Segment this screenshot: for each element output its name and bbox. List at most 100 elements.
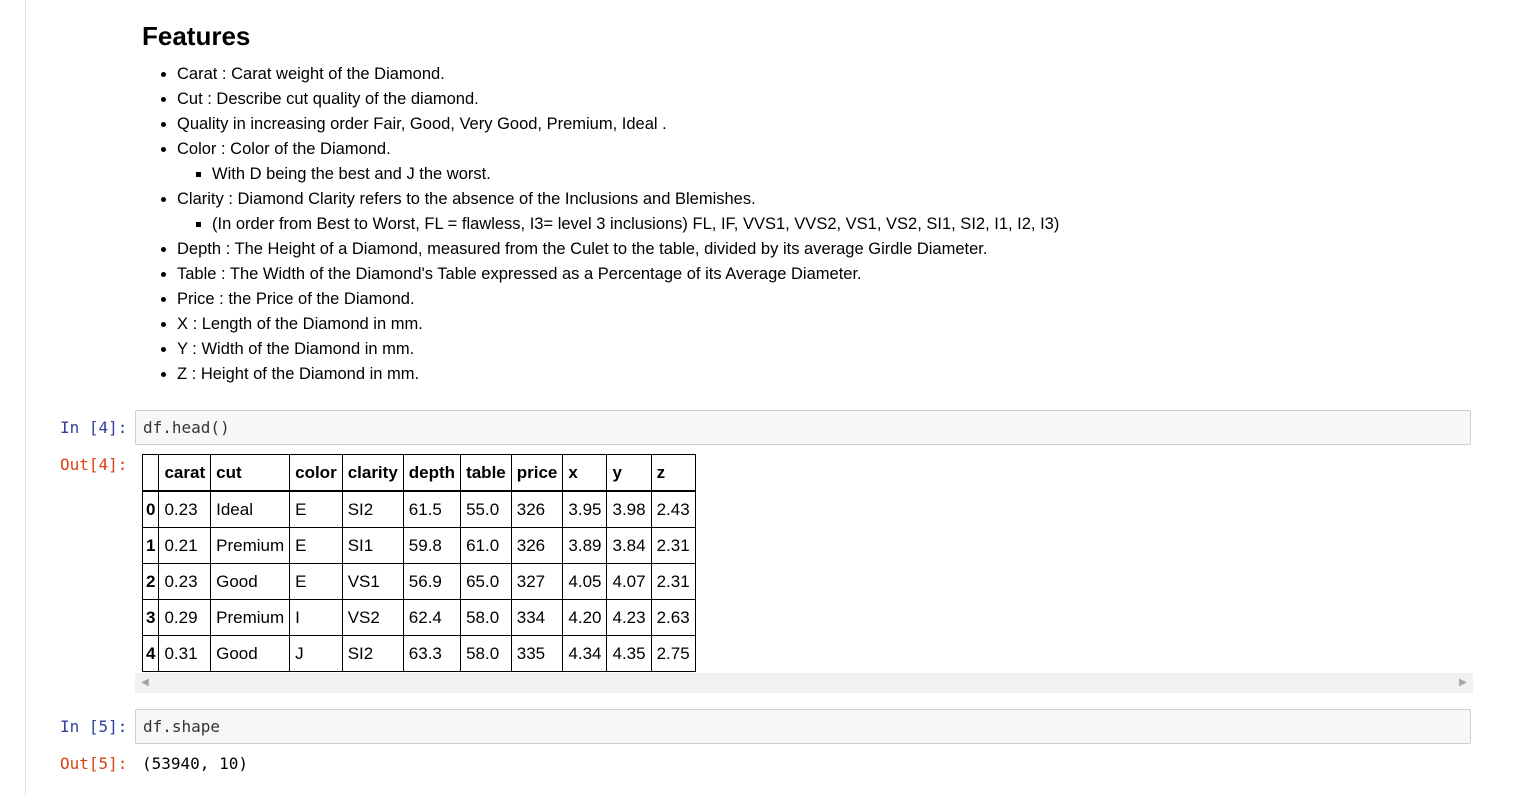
table-row: 2 0.23 Good E VS1 56.9 65.0 327 4.05 4.0… <box>141 563 696 600</box>
table-row: 3 0.29 Premium I VS2 62.4 58.0 334 4.20 … <box>141 599 696 636</box>
list-item: Y : Width of the Diamond in mm. <box>177 337 1462 362</box>
table-cell: 56.9 <box>402 563 462 600</box>
table-cell: J <box>289 635 343 672</box>
dataframe-table: carat cut color clarity depth table pric… <box>141 454 696 672</box>
shape-output: (53940, 10) <box>142 754 248 773</box>
list-item-text: Color : Color of the Diamond. <box>177 140 391 158</box>
list-item: Table : The Width of the Diamond's Table… <box>177 262 1462 287</box>
table-cell: 327 <box>510 563 564 600</box>
table-cell: 326 <box>510 527 564 564</box>
table-cell: VS1 <box>341 563 404 600</box>
table-cell: Good <box>210 563 291 600</box>
table-cell: 61.0 <box>460 527 512 564</box>
sub-list: With D being the best and J the worst. <box>177 162 1462 187</box>
table-cell: 0.29 <box>158 599 212 636</box>
table-cell: 335 <box>510 635 564 672</box>
code-input-4[interactable]: df.head() <box>135 410 1471 445</box>
table-cell: 0.21 <box>158 527 212 564</box>
row-index: 3 <box>141 599 160 636</box>
notebook-left-border <box>25 0 26 795</box>
sub-list: (In order from Best to Worst, FL = flawl… <box>177 212 1462 237</box>
features-heading: Features <box>142 21 251 51</box>
table-cell: 334 <box>510 599 564 636</box>
horizontal-scrollbar[interactable]: ◀ ▶ <box>135 673 1473 693</box>
row-index: 0 <box>141 490 160 528</box>
column-header: table <box>460 454 512 492</box>
dataframe-output: carat cut color clarity depth table pric… <box>135 451 1473 694</box>
column-header: carat <box>158 454 212 492</box>
table-row: 4 0.31 Good J SI2 63.3 58.0 335 4.34 4.3… <box>141 635 696 672</box>
table-cell: Good <box>210 635 291 672</box>
code-input-5[interactable]: df.shape <box>135 709 1471 744</box>
index-header <box>141 454 160 492</box>
table-cell: 65.0 <box>460 563 512 600</box>
table-cell: 58.0 <box>460 635 512 672</box>
table-cell: 3.95 <box>562 490 608 528</box>
column-header: color <box>289 454 343 492</box>
table-cell: 4.20 <box>562 599 608 636</box>
table-cell: 63.3 <box>402 635 462 672</box>
table-cell: Premium <box>210 527 291 564</box>
table-cell: 3.89 <box>562 527 608 564</box>
list-item: Color : Color of the Diamond. With D bei… <box>177 137 1462 187</box>
table-cell: 2.31 <box>650 563 696 600</box>
in-prompt-5: In [5]: <box>60 717 128 736</box>
scroll-right-icon[interactable]: ▶ <box>1453 673 1473 693</box>
table-cell: 61.5 <box>402 490 462 528</box>
sub-list-item: With D being the best and J the worst. <box>212 162 1462 187</box>
sub-list-item: (In order from Best to Worst, FL = flawl… <box>212 212 1462 237</box>
list-item: Clarity : Diamond Clarity refers to the … <box>177 187 1462 237</box>
list-item: X : Length of the Diamond in mm. <box>177 312 1462 337</box>
table-cell: E <box>289 563 343 600</box>
list-item: Depth : The Height of a Diamond, measure… <box>177 237 1462 262</box>
features-list: Carat : Carat weight of the Diamond. Cut… <box>142 62 1462 387</box>
markdown-cell[interactable]: Features Carat : Carat weight of the Dia… <box>142 14 1462 387</box>
out-prompt-4: Out[4]: <box>60 455 128 474</box>
table-cell: I <box>289 599 343 636</box>
list-item: Z : Height of the Diamond in mm. <box>177 362 1462 387</box>
list-item: Carat : Carat weight of the Diamond. <box>177 62 1462 87</box>
table-header-row: carat cut color clarity depth table pric… <box>141 454 696 492</box>
out-prompt-5: Out[5]: <box>60 754 128 773</box>
table-row: 0 0.23 Ideal E SI2 61.5 55.0 326 3.95 3.… <box>141 490 696 528</box>
table-cell: 4.07 <box>606 563 652 600</box>
table-cell: 2.31 <box>650 527 696 564</box>
list-item: Price : the Price of the Diamond. <box>177 287 1462 312</box>
table-cell: 2.43 <box>650 490 696 528</box>
column-header: clarity <box>341 454 404 492</box>
table-cell: Ideal <box>210 490 291 528</box>
table-cell: 0.23 <box>158 563 212 600</box>
table-cell: 4.05 <box>562 563 608 600</box>
table-cell: SI1 <box>341 527 404 564</box>
table-cell: 4.23 <box>606 599 652 636</box>
table-cell: SI2 <box>341 490 404 528</box>
table-cell: E <box>289 527 343 564</box>
column-header: y <box>606 454 652 492</box>
table-cell: Premium <box>210 599 291 636</box>
table-cell: 55.0 <box>460 490 512 528</box>
table-cell: 59.8 <box>402 527 462 564</box>
column-header: depth <box>402 454 462 492</box>
column-header: z <box>650 454 696 492</box>
table-cell: 326 <box>510 490 564 528</box>
table-cell: SI2 <box>341 635 404 672</box>
table-cell: 4.35 <box>606 635 652 672</box>
list-item-text: Clarity : Diamond Clarity refers to the … <box>177 190 756 208</box>
table-row: 1 0.21 Premium E SI1 59.8 61.0 326 3.89 … <box>141 527 696 564</box>
table-cell: 2.75 <box>650 635 696 672</box>
row-index: 1 <box>141 527 160 564</box>
table-cell: 2.63 <box>650 599 696 636</box>
table-cell: 58.0 <box>460 599 512 636</box>
row-index: 4 <box>141 635 160 672</box>
column-header: price <box>510 454 564 492</box>
table-cell: 0.31 <box>158 635 212 672</box>
table-cell: 0.23 <box>158 490 212 528</box>
table-cell: 62.4 <box>402 599 462 636</box>
column-header: cut <box>210 454 291 492</box>
list-item: Cut : Describe cut quality of the diamon… <box>177 87 1462 112</box>
row-index: 2 <box>141 563 160 600</box>
scroll-left-icon[interactable]: ◀ <box>135 673 155 693</box>
table-cell: 3.98 <box>606 490 652 528</box>
in-prompt-4: In [4]: <box>60 418 128 437</box>
list-item: Quality in increasing order Fair, Good, … <box>177 112 1462 137</box>
